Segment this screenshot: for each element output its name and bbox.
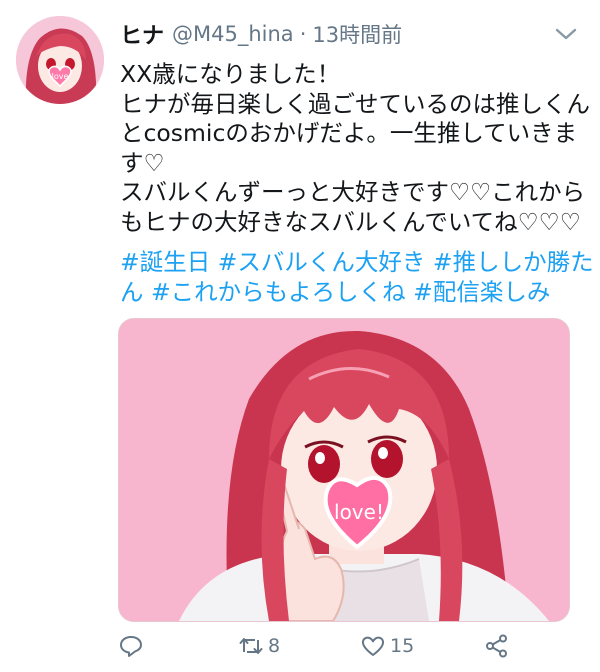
tweet-image[interactable]: love! [118,318,570,622]
like-button[interactable]: 15 [360,628,414,664]
reply-icon [120,636,142,657]
like-count: 15 [390,635,415,657]
tweet-line: ヒナが毎日楽しく過ごせているのは推しくん [120,89,590,118]
tweet-header: ヒナ @M45_hina · 13時間前 [120,16,580,52]
retweet-count: 8 [268,635,281,657]
love-heart-text: love! [334,500,384,524]
heart-icon [361,636,385,656]
tweet-line: スバルくんずーっと大好きです♡♡これから [120,178,586,206]
avatar-illustration: love [16,16,104,104]
tweet-text: XX歳になりました！ ヒナが毎日楽しく過ごせているのは推しくん とcosmicの… [120,60,590,237]
avatar-love-text: love [52,72,69,81]
hashtags: #誕生日 #スバルくん大好き #推ししか勝た ん #これからもよろしくね #配信… [120,248,594,307]
hashtag-subaru-daisuki[interactable]: #スバルくん大好き [218,248,426,276]
retweet-icon [239,638,263,654]
hashtag-oshi-shika-katan[interactable]: #推ししか勝た [433,248,594,276]
timestamp[interactable]: 13時間前 [312,19,402,49]
hashtag-birthday[interactable]: #誕生日 [120,248,210,276]
tweet-line: す♡ [120,148,165,177]
hashtag-haishin[interactable]: #配信楽しみ [413,278,550,306]
share-icon [486,634,507,658]
reply-button[interactable] [118,628,144,664]
share-button[interactable] [484,628,510,664]
hashtag-oshi-shika-katan-cont[interactable]: ん [120,278,144,306]
separator-dot: · [299,22,307,46]
retweet-button[interactable]: 8 [238,628,280,664]
user-handle[interactable]: @M45_hina [172,22,294,46]
avatar[interactable]: love [16,16,104,104]
tweet-line: もヒナの大好きなスバルくんでいてね♡♡♡ [120,207,581,236]
display-name[interactable]: ヒナ [120,18,164,50]
chevron-down-icon[interactable] [554,24,578,44]
tweet-actions: 8 15 [118,628,588,664]
tweet-line: とcosmicのおかげだよ。一生推していきま [120,119,578,147]
hashtag-korekara[interactable]: #これからもよろしくね [151,278,406,306]
anime-girl-illustration: love! [119,319,569,621]
tweet-line: XX歳になりました！ [120,60,341,88]
